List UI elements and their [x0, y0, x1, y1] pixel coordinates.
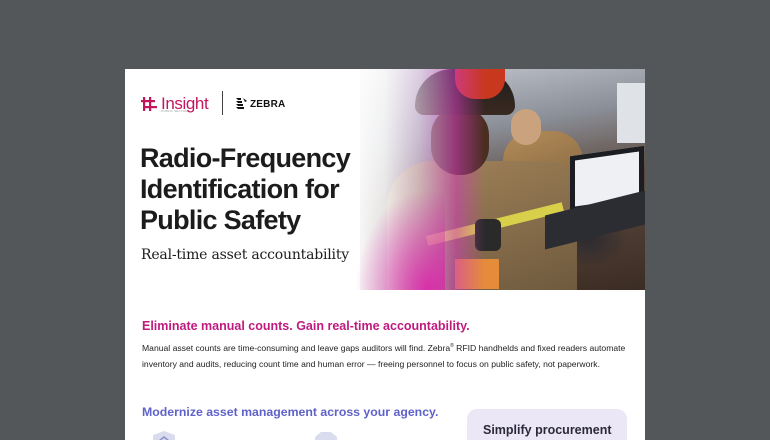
procurement-card: Simplify procurement: [467, 409, 627, 440]
page-subtitle: Real-time asset accountability: [141, 247, 349, 263]
title-line: Public Safety: [140, 205, 301, 235]
hero-banner: Insight PUBLIC SECTOR ZEBRA Radio-Freque…: [125, 69, 645, 290]
logo-divider: [222, 91, 223, 115]
zebra-wordmark: ZEBRA: [250, 98, 286, 110]
zebra-logo-icon: [236, 98, 247, 109]
zebra-logo: ZEBRA: [235, 97, 285, 111]
badge-icon: [315, 432, 337, 440]
title-line: Radio-Frequency: [140, 143, 351, 173]
page-title: Radio-Frequency Identification for Publi…: [140, 143, 390, 236]
section-body: Manual asset counts are time-consuming a…: [142, 342, 626, 369]
shield-icon: [153, 431, 175, 440]
insight-logo-icon: [141, 97, 157, 111]
section-heading-modernize: Modernize asset management across your a…: [142, 405, 439, 419]
section-heading-eliminate: Eliminate manual counts. Gain real-time …: [142, 319, 470, 333]
title-line: Identification for: [140, 174, 340, 204]
document-page: Insight PUBLIC SECTOR ZEBRA Radio-Freque…: [125, 69, 645, 440]
insight-tagline: PUBLIC SECTOR: [161, 109, 188, 113]
card-title: Simplify procurement: [483, 423, 612, 437]
